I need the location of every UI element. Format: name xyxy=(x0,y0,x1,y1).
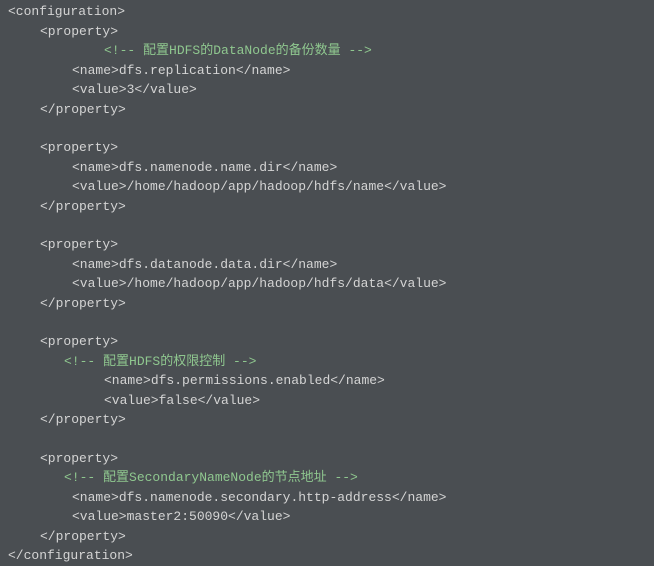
blank-line xyxy=(8,119,646,138)
tag-name-close: </name> xyxy=(283,257,338,272)
code-line-prop-close: </property> xyxy=(8,197,646,217)
tag-value-open: <value> xyxy=(72,276,127,291)
code-line-value: <value>3</value> xyxy=(8,80,646,100)
tag-name-open: <name> xyxy=(72,257,119,272)
tag-name-close: </name> xyxy=(392,490,447,505)
comment-open: <!-- xyxy=(64,470,103,485)
code-line-comment: <!-- 配置SecondaryNameNode的节点地址 --> xyxy=(8,468,646,488)
name-text: dfs.namenode.name.dir xyxy=(119,160,283,175)
code-line-name: <name>dfs.replication</name> xyxy=(8,61,646,81)
comment-close: --> xyxy=(341,43,372,58)
tag-property-open: <property> xyxy=(40,451,118,466)
value-text: /home/hadoop/app/hadoop/hdfs/data xyxy=(127,276,384,291)
code-line-prop-close: </property> xyxy=(8,100,646,120)
tag-value-close: </value> xyxy=(228,509,290,524)
code-line-prop-open: <property> xyxy=(8,138,646,158)
code-line-name: <name>dfs.permissions.enabled</name> xyxy=(8,371,646,391)
comment-close: --> xyxy=(225,354,256,369)
tag-property-open: <property> xyxy=(40,24,118,39)
blank-line xyxy=(8,313,646,332)
tag-name-close: </name> xyxy=(283,160,338,175)
code-line-prop-close: </property> xyxy=(8,410,646,430)
code-line-value: <value>/home/hadoop/app/hadoop/hdfs/data… xyxy=(8,274,646,294)
tag-value-close: </value> xyxy=(198,393,260,408)
blank-line xyxy=(8,216,646,235)
tag-name-close: </name> xyxy=(236,63,291,78)
name-text: dfs.replication xyxy=(119,63,236,78)
tag-property-close: </property> xyxy=(40,199,126,214)
blank-line xyxy=(8,430,646,449)
tag-property-close: </property> xyxy=(40,102,126,117)
code-line-name: <name>dfs.namenode.secondary.http-addres… xyxy=(8,488,646,508)
comment-close: --> xyxy=(327,470,358,485)
code-line-prop-open: <property> xyxy=(8,449,646,469)
code-line-prop-open: <property> xyxy=(8,235,646,255)
name-text: dfs.datanode.data.dir xyxy=(119,257,283,272)
tag-property-close: </property> xyxy=(40,529,126,544)
tag-value-close: </value> xyxy=(384,179,446,194)
code-line-config-open: <configuration> xyxy=(8,2,646,22)
tag-property-close: </property> xyxy=(40,412,126,427)
tag-value-open: <value> xyxy=(72,179,127,194)
code-line-comment: <!-- 配置HDFS的权限控制 --> xyxy=(8,352,646,372)
code-line-comment: <!-- 配置HDFS的DataNode的备份数量 --> xyxy=(8,41,646,61)
tag-value-close: </value> xyxy=(134,82,196,97)
tag-name-open: <name> xyxy=(72,490,119,505)
value-text: false xyxy=(159,393,198,408)
tag-name-open: <name> xyxy=(72,160,119,175)
code-line-config-close: </configuration> xyxy=(8,546,646,566)
code-line-prop-open: <property> xyxy=(8,22,646,42)
tag-property-open: <property> xyxy=(40,237,118,252)
comment-text: 配置SecondaryNameNode的节点地址 xyxy=(103,470,327,485)
tag-name-open: <name> xyxy=(104,373,151,388)
comment-open: <!-- xyxy=(64,354,103,369)
code-line-value: <value>/home/hadoop/app/hadoop/hdfs/name… xyxy=(8,177,646,197)
name-text: dfs.permissions.enabled xyxy=(151,373,330,388)
tag-property-open: <property> xyxy=(40,334,118,349)
comment-text: 配置HDFS的DataNode的备份数量 xyxy=(143,43,341,58)
code-line-prop-close: </property> xyxy=(8,527,646,547)
tag-value-close: </value> xyxy=(384,276,446,291)
code-line-name: <name>dfs.namenode.name.dir</name> xyxy=(8,158,646,178)
value-text: /home/hadoop/app/hadoop/hdfs/name xyxy=(127,179,384,194)
code-line-value: <value>false</value> xyxy=(8,391,646,411)
comment-text: 配置HDFS的权限控制 xyxy=(103,354,225,369)
name-text: dfs.namenode.secondary.http-address xyxy=(119,490,392,505)
code-line-prop-close: </property> xyxy=(8,294,646,314)
tag-property-open: <property> xyxy=(40,140,118,155)
tag-configuration-open: <configuration> xyxy=(8,4,125,19)
tag-value-open: <value> xyxy=(72,509,127,524)
tag-property-close: </property> xyxy=(40,296,126,311)
tag-name-close: </name> xyxy=(330,373,385,388)
tag-configuration-close: </configuration> xyxy=(8,548,133,563)
comment-open: <!-- xyxy=(104,43,143,58)
tag-name-open: <name> xyxy=(72,63,119,78)
value-text: master2:50090 xyxy=(127,509,228,524)
code-line-value: <value>master2:50090</value> xyxy=(8,507,646,527)
code-line-name: <name>dfs.datanode.data.dir</name> xyxy=(8,255,646,275)
code-line-prop-open: <property> xyxy=(8,332,646,352)
tag-value-open: <value> xyxy=(72,82,127,97)
tag-value-open: <value> xyxy=(104,393,159,408)
